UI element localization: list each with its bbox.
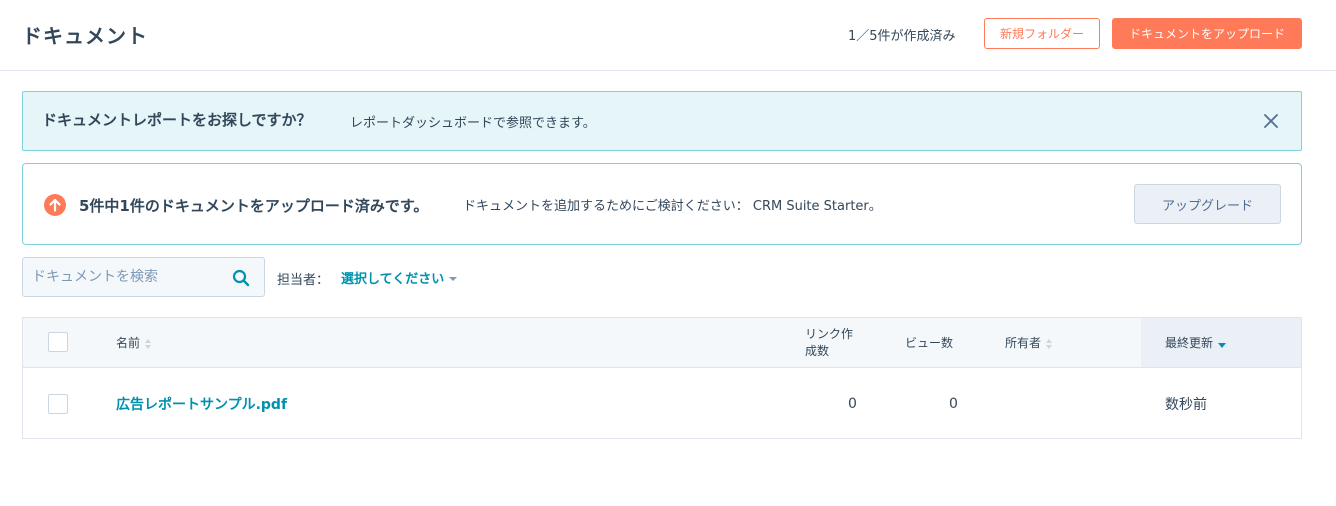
page-header: ドキュメント 1／5件が作成済み 新規フォルダー ドキュメントをアップロード: [0, 0, 1336, 71]
upgrade-banner: 5件中1件のドキュメントをアップロード済みです。 ドキュメントを追加するためにご…: [22, 163, 1302, 245]
upgrade-banner-text: ドキュメントを追加するためにご検討ください： CRM Suite Starter…: [463, 199, 882, 214]
column-header-views: ビュー数: [905, 335, 953, 352]
column-header-views-label: ビュー数: [905, 336, 954, 350]
search-input[interactable]: [32, 267, 227, 287]
info-banner-text: レポートダッシュボードで参照できます。: [350, 116, 596, 131]
column-header-last-updated-label: 最終更新: [1165, 336, 1214, 350]
usage-count: 1／5件が作成済み: [848, 29, 956, 44]
sort-icon: [145, 338, 152, 349]
views-cell: 0: [949, 396, 958, 412]
upgrade-banner-title: 5件中1件のドキュメントをアップロード済みです。: [79, 197, 429, 215]
arrow-up-circle-icon: [44, 194, 66, 216]
link-count-cell: 0: [848, 396, 857, 412]
info-banner-title: ドキュメントレポートをお探しですか？: [42, 111, 312, 129]
search-box: [22, 257, 265, 297]
new-folder-button[interactable]: 新規フォルダー: [984, 18, 1100, 49]
sort-descending-icon: [1218, 343, 1227, 348]
owner-filter-dropdown[interactable]: 選択してください: [341, 268, 458, 287]
last-updated-cell: 数秒前: [1165, 397, 1207, 413]
owner-filter-value: 選択してください: [341, 272, 445, 287]
column-header-link-count-line1: リンク作: [805, 327, 854, 341]
sort-icon: [1046, 338, 1053, 349]
upgrade-button[interactable]: アップグレード: [1134, 184, 1281, 224]
owner-filter-label: 担当者：: [277, 273, 330, 288]
column-header-owner[interactable]: 所有者: [1005, 335, 1053, 352]
upload-document-button[interactable]: ドキュメントをアップロード: [1112, 18, 1302, 49]
report-info-banner: ドキュメントレポートをお探しですか？ レポートダッシュボードで参照できます。: [22, 91, 1302, 151]
table-row: 広告レポートサンプル.pdf 0 0 数秒前: [23, 368, 1301, 438]
column-header-link-count-line2: 成数: [805, 344, 830, 358]
column-header-last-updated[interactable]: 最終更新: [1165, 335, 1227, 352]
column-header-owner-label: 所有者: [1005, 336, 1042, 350]
chevron-down-icon: [449, 276, 458, 281]
column-header-name[interactable]: 名前: [116, 335, 152, 352]
documents-table: 名前 リンク作 成数 ビュー数 所有者 最終更新 広告レポートサンプル.pdf …: [22, 317, 1302, 439]
column-header-name-label: 名前: [116, 336, 141, 350]
page-title: ドキュメント: [22, 24, 148, 48]
table-header: 名前 リンク作 成数 ビュー数 所有者 最終更新: [23, 318, 1301, 368]
close-icon[interactable]: [1261, 111, 1281, 131]
row-checkbox[interactable]: [48, 394, 68, 414]
document-name-link[interactable]: 広告レポートサンプル.pdf: [116, 394, 287, 414]
search-icon[interactable]: [232, 269, 250, 287]
select-all-checkbox[interactable]: [48, 332, 68, 352]
column-header-link-count: リンク作 成数: [805, 326, 853, 360]
